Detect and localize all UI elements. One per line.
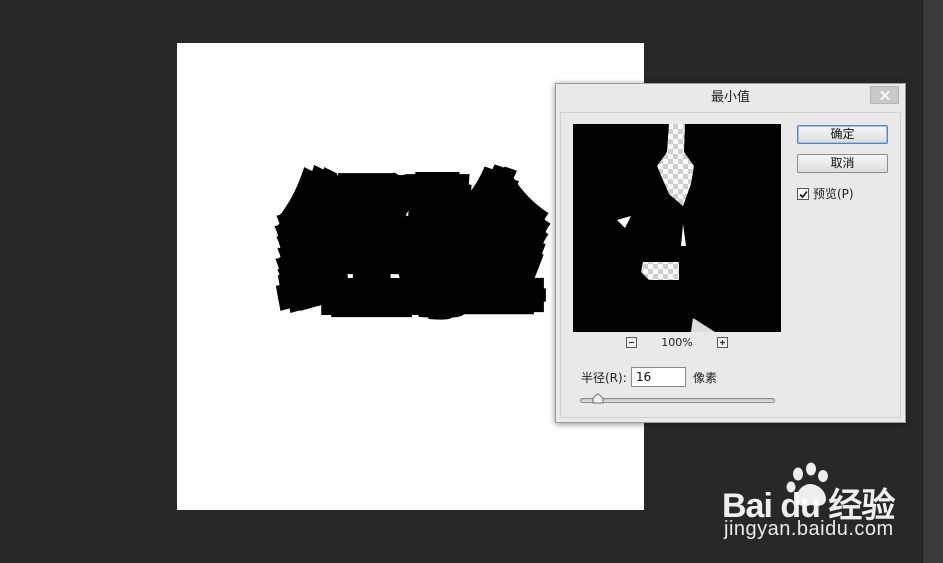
radius-unit-label: 像素 <box>693 371 718 385</box>
cancel-button[interactable]: 取消 <box>797 154 888 173</box>
zoom-in-icon <box>720 340 725 345</box>
close-button[interactable] <box>870 86 899 104</box>
radius-input[interactable] <box>631 367 686 387</box>
canvas-text: 经验 <box>285 168 539 328</box>
dialog-title: 最小值 <box>710 90 750 105</box>
checkmark-icon <box>799 190 808 199</box>
ok-button[interactable]: 确定 <box>797 125 888 144</box>
radius-label: 半径(R): <box>581 371 627 385</box>
zoom-out-button[interactable] <box>626 337 637 348</box>
zoom-controls: 100% <box>573 336 781 352</box>
close-icon <box>880 91 890 100</box>
radius-slider-track[interactable] <box>580 398 775 403</box>
radius-slider-thumb[interactable] <box>592 393 604 404</box>
panel-scrollbar[interactable] <box>922 0 943 563</box>
zoom-level: 100% <box>661 336 693 349</box>
zoom-out-icon <box>629 341 634 344</box>
preview-checkbox[interactable] <box>797 188 809 200</box>
minimum-filter-dialog: 最小值 100% 确定 取消 预览(P) 半径(R): 16 像素 <box>555 83 906 423</box>
baidu-jingyan-watermark: Bai du 经验 jingyan.baidu.com <box>722 458 922 548</box>
preview-image <box>573 124 781 332</box>
filter-preview[interactable] <box>573 124 781 332</box>
zoom-in-button[interactable] <box>717 337 728 348</box>
watermark-url: jingyan.baidu.com <box>724 518 894 540</box>
preview-label: 预览(P) <box>813 187 854 201</box>
